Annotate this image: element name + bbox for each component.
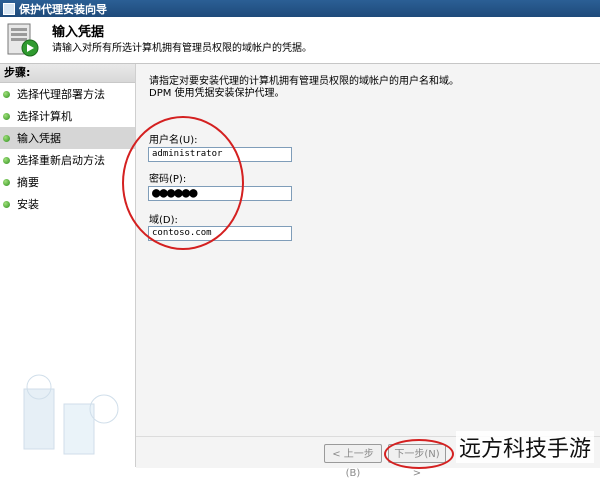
step-label: 输入凭据 [17, 132, 61, 145]
app-icon [3, 2, 15, 15]
step-summary[interactable]: 摘要 [0, 171, 135, 193]
decorative-servers-graphic [23, 374, 119, 455]
main-content: 请指定对要安装代理的计算机拥有管理员权限的域帐户的用户名和域。 DPM 使用凭据… [122, 64, 600, 436]
password-field[interactable]: ●●●●●● [148, 186, 292, 201]
domain-label: 域(D): [149, 215, 178, 226]
green-bullet-icon [3, 90, 10, 98]
instructions-line-2: DPM 使用凭据安装保护代理。 [149, 88, 285, 99]
steps-heading: 步骤: [0, 64, 135, 83]
step-label: 安装 [17, 198, 39, 211]
green-bullet-icon [3, 200, 10, 208]
password-label: 密码(P): [149, 174, 187, 185]
wizard-header: 输入凭据 请输入对所有所选计算机拥有管理员权限的域帐户的凭据。 [0, 17, 600, 64]
next-button[interactable]: 下一步(N) > [388, 444, 446, 479]
step-enter-credentials[interactable]: 输入凭据 [0, 127, 135, 149]
step-install[interactable]: 安装 [0, 193, 135, 215]
server-install-icon [7, 23, 39, 57]
window-titlebar[interactable]: 保护代理安装向导 [0, 0, 600, 17]
page-title: 输入凭据 [52, 25, 105, 40]
green-bullet-icon [3, 112, 10, 120]
step-label: 选择代理部署方法 [17, 88, 105, 101]
green-bullet-icon [3, 178, 10, 186]
instructions-line-1: 请指定对要安装代理的计算机拥有管理员权限的域帐户的用户名和域。 [149, 76, 459, 87]
step-label: 选择计算机 [17, 110, 72, 123]
green-bullet-icon [3, 134, 10, 142]
page-subtitle: 请输入对所有所选计算机拥有管理员权限的域帐户的凭据。 [52, 43, 312, 54]
back-button[interactable]: < 上一步(B) [324, 444, 382, 479]
username-label: 用户名(U): [149, 135, 198, 146]
step-deployment-method[interactable]: 选择代理部署方法 [0, 83, 135, 105]
username-field[interactable]: administrator [148, 147, 292, 162]
instructions: 请指定对要安装代理的计算机拥有管理员权限的域帐户的用户名和域。 DPM 使用凭据… [149, 76, 459, 100]
steps-pane: 步骤: 选择代理部署方法 选择计算机 输入凭据 选择重新启动方法 摘要 安装 [0, 64, 136, 467]
step-label: 选择重新启动方法 [17, 154, 105, 167]
window-title: 保护代理安装向导 [19, 2, 107, 16]
step-restart-method[interactable]: 选择重新启动方法 [0, 149, 135, 171]
domain-field[interactable]: contoso.com [148, 226, 292, 241]
step-label: 摘要 [17, 176, 39, 189]
step-select-computers[interactable]: 选择计算机 [0, 105, 135, 127]
green-bullet-icon [3, 156, 10, 164]
watermark-text: 远方科技手游 [455, 431, 594, 463]
